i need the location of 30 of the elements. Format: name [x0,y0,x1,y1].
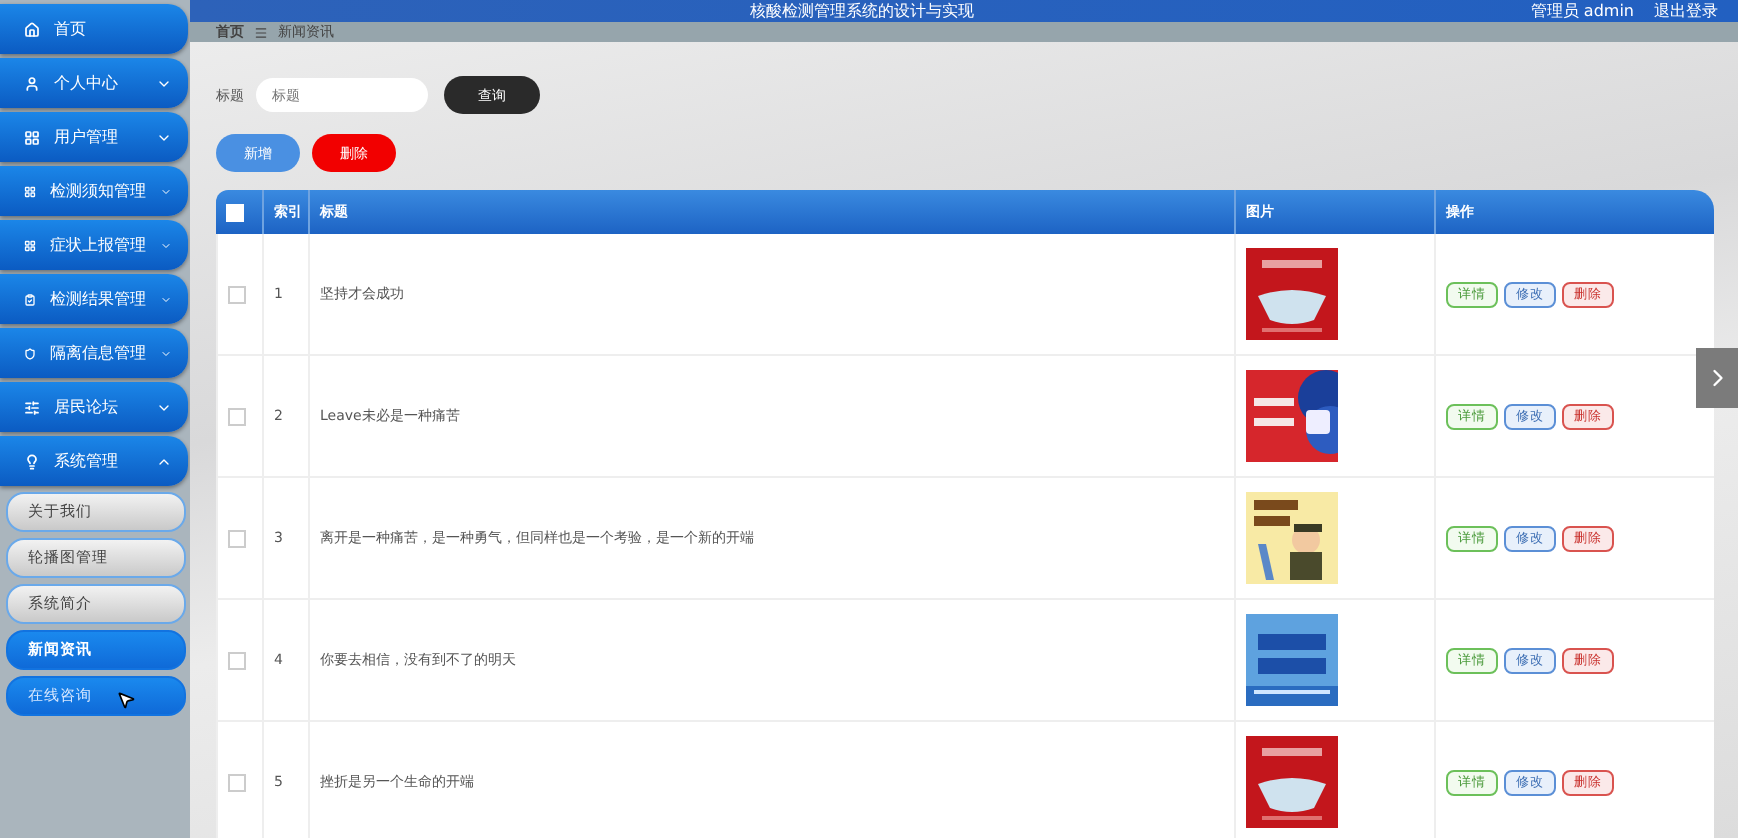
menu-item-icon [24,75,40,91]
row-checkbox[interactable] [228,407,246,425]
menu-item-icon [24,291,36,307]
row-checkbox[interactable] [228,529,246,547]
sidebar-item[interactable]: 首页 [0,4,188,54]
next-page-button[interactable] [1696,348,1738,408]
row-checkbox[interactable] [228,773,246,791]
sidebar-item[interactable]: 隔离信息管理 [0,328,188,378]
sidebar-item[interactable]: 系统管理 [0,436,188,486]
menu-item-icon [24,237,36,253]
menu-item-icon [24,129,40,145]
app-title: 核酸检测管理系统的设计与实现 [750,0,976,22]
cursor-icon [116,690,136,710]
logout-link[interactable]: 退出登录 [1654,0,1718,22]
row-checkbox[interactable] [228,651,246,669]
select-all-checkbox[interactable] [226,203,244,221]
sidebar-item[interactable]: 个人中心 [0,58,188,108]
sidebar-item[interactable]: 检测结果管理 [0,274,188,324]
menu-item-icon [24,399,40,415]
sidebar-item[interactable]: 用户管理 [0,112,188,162]
user-label: 管理员 admin [1530,0,1634,22]
separator-icon [254,25,268,39]
sidebar-item[interactable]: 检测须知管理 [0,166,188,216]
menu-item-icon [24,183,36,199]
row-checkbox[interactable] [228,285,246,303]
menu-item-icon [24,453,40,469]
sidebar-item[interactable]: 居民论坛 [0,382,188,432]
sidebar-item[interactable]: 症状上报管理 [0,220,188,270]
menu-item-icon [24,345,36,361]
menu-item-icon [24,21,40,37]
